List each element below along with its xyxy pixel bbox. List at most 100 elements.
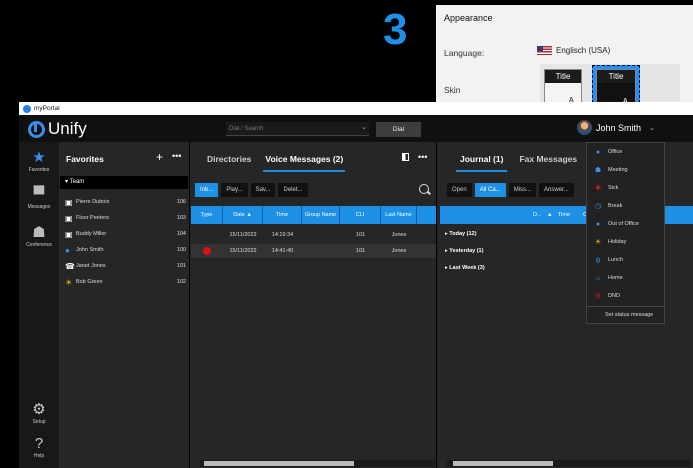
cell-time: 14:19:34 — [271, 232, 294, 238]
cell-group — [302, 228, 340, 242]
horizontal-scrollbar[interactable] — [200, 460, 435, 467]
nav-item-favorites[interactable]: ★ Favorites — [19, 148, 59, 173]
status-lunch[interactable]: ψ Lunch — [587, 251, 664, 269]
search-icon[interactable] — [419, 184, 429, 194]
nav-item-conference[interactable]: ☗ Conference — [19, 223, 59, 248]
status-label: Lunch — [608, 257, 623, 263]
column-header[interactable]: CLI — [340, 206, 381, 224]
list-item[interactable]: ● John Smith 100 — [59, 242, 189, 258]
contact-name: Pierre Dubois — [76, 199, 110, 205]
cell-last-name: Jones — [391, 248, 407, 254]
nav-item-setup[interactable]: ⚙ Setup — [19, 400, 59, 425]
unread-indicator-icon — [203, 246, 211, 255]
phone-icon: ☎ — [65, 261, 75, 271]
set-status-message-button[interactable]: Set status message — [587, 306, 664, 323]
list-item[interactable]: ▣ Pierre Dubois 106 — [59, 194, 189, 210]
status-label: Home — [608, 275, 623, 281]
contact-name: Bob Green — [76, 279, 103, 285]
column-header[interactable]: Date ▲ — [223, 206, 263, 224]
group-label: Yesterday (1) — [449, 248, 484, 254]
list-item[interactable]: ☀ Bob Green 102 — [59, 274, 189, 290]
column-header[interactable]: Time — [263, 206, 302, 224]
filter-missed[interactable]: Miss... — [508, 183, 537, 197]
status-break[interactable]: ◷ Break — [587, 197, 664, 215]
out-of-office-icon: ● — [595, 220, 601, 228]
language-select[interactable]: Englisch (USA) — [537, 46, 610, 55]
favorites-list: ▣ Pierre Dubois 106 ▣ Floor Peeters 103 … — [59, 194, 189, 290]
list-item[interactable]: ▣ Floor Peeters 103 — [59, 210, 189, 226]
status-sick[interactable]: ✚ Sick — [587, 179, 664, 197]
dial-button[interactable]: Dial — [376, 122, 421, 137]
dial-search-input[interactable]: Dial / Search — [226, 122, 369, 136]
sidebar-nav: ★ Favorites ▀ Messages ☗ Conference ⚙ Se… — [19, 142, 59, 468]
table-row[interactable]: 15/11/2022 14:19:34 101 Jones — [191, 228, 436, 242]
status-holiday[interactable]: ☀ Holiday — [587, 233, 664, 251]
journal-group-today[interactable]: ▸ Today (12) — [445, 231, 476, 237]
more-options-icon[interactable]: ••• — [418, 152, 427, 162]
status-office[interactable]: ● Office — [587, 143, 664, 161]
team-group-header[interactable]: ▾ Team — [60, 176, 188, 189]
status-label: DND — [608, 293, 620, 299]
window-title: myPortal — [34, 105, 60, 112]
status-meeting[interactable]: ☗ Meeting — [587, 161, 664, 179]
column-header[interactable]: Time — [558, 212, 570, 218]
us-flag-icon — [537, 46, 552, 55]
status-dnd[interactable]: ⊖ DND — [587, 287, 664, 305]
journal-group-last-week[interactable]: ▸ Last Week (3) — [445, 265, 485, 271]
scrollbar-thumb[interactable] — [453, 461, 553, 466]
dnd-icon: ⊖ — [595, 293, 601, 300]
filter-played[interactable]: Play... — [221, 183, 248, 197]
voicemail-filters: Inb... Play... Sav... Delet... — [195, 183, 308, 197]
more-options-icon[interactable]: ••• — [172, 151, 181, 161]
journal-group-yesterday[interactable]: ▸ Yesterday (1) — [445, 248, 483, 254]
filter-saved[interactable]: Sav... — [250, 183, 276, 197]
status-out-of-office[interactable]: ● Out of Office — [587, 215, 664, 233]
status-label: Sick — [608, 185, 619, 191]
person-icon: ● — [65, 245, 70, 255]
tab-voice-messages[interactable]: Voice Messages (2) — [263, 154, 346, 172]
filter-answered[interactable]: Answer... — [539, 183, 574, 197]
table-row[interactable]: 15/11/2022 14:41:40 101 Jones — [191, 244, 436, 258]
list-item[interactable]: ☎ Janet Jones 101 — [59, 258, 189, 274]
contact-card-icon: ▣ — [65, 197, 73, 207]
nav-item-messages[interactable]: ▀ Messages — [19, 186, 59, 210]
tab-directories[interactable]: Directories — [207, 154, 251, 164]
language-label: Language: — [444, 48, 485, 58]
status-home[interactable]: ⌂ Home — [587, 269, 664, 287]
cell-type — [191, 244, 223, 258]
column-header[interactable]: Type — [191, 206, 223, 224]
avatar — [577, 120, 592, 135]
horizontal-scrollbar[interactable] — [447, 460, 691, 467]
column-header[interactable]: Last Name — [381, 206, 417, 224]
logo: Unify — [28, 119, 87, 139]
contact-ext: 103 — [176, 215, 186, 221]
status-menu: ● Office ☗ Meeting ✚ Sick ◷ Break ● Out … — [586, 142, 665, 324]
nav-label: Messages — [27, 204, 51, 210]
filter-open[interactable]: Open — [447, 183, 472, 197]
chevron-down-icon[interactable]: ⌄ — [361, 123, 367, 131]
layout-toggle-icon[interactable] — [402, 153, 409, 161]
contact-name: Buddy Miller — [76, 231, 107, 237]
column-header[interactable]: Group Name — [302, 206, 340, 224]
scrollbar-thumb[interactable] — [204, 461, 354, 466]
group-label: Today (12) — [449, 231, 477, 237]
nav-item-help[interactable]: ? Help — [19, 435, 59, 459]
sick-icon: ✚ — [595, 185, 601, 192]
tab-fax-messages[interactable]: Fax Messages — [519, 154, 577, 164]
list-item[interactable]: ▣ Buddy Miller 104 — [59, 226, 189, 242]
appearance-title: Appearance — [444, 13, 493, 23]
tab-journal[interactable]: Journal (1) — [455, 154, 508, 172]
cell-date: 15/11/2022 — [229, 248, 257, 254]
user-menu[interactable]: John Smith ⌄ — [577, 120, 655, 135]
break-icon: ◷ — [594, 203, 602, 210]
star-icon: ★ — [32, 149, 46, 166]
filter-inbox[interactable]: Inb... — [195, 183, 219, 197]
filter-deleted[interactable]: Delet... — [278, 183, 308, 197]
group-label: Last Week (3) — [449, 265, 485, 271]
cell-cli: 101 — [355, 232, 366, 238]
add-favorite-button[interactable]: + — [156, 150, 163, 164]
app-icon — [23, 104, 31, 113]
filter-all-calls[interactable]: All Ca... — [474, 183, 506, 197]
column-header[interactable]: D... — [533, 212, 542, 218]
status-label: Meeting — [608, 167, 628, 173]
